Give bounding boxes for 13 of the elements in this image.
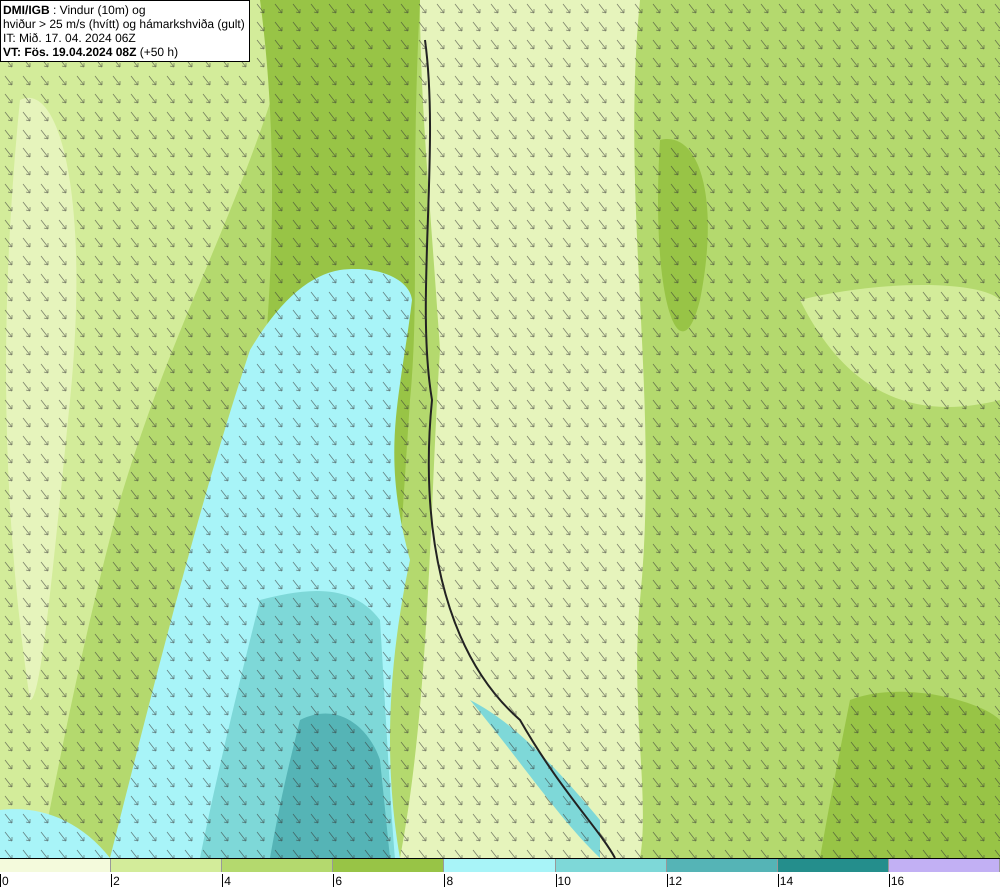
info-text: IT: Mið. 17. 04. 2024 06Z	[3, 31, 137, 45]
info-text: hviður > 25 m/s (hvítt) og hámarkshviða (gult)	[3, 17, 245, 31]
info-text: DMI/IGB : Vindur (10m) og	[3, 3, 146, 17]
legend-label: 4	[222, 874, 231, 887]
legend-label: 6	[333, 874, 342, 887]
info-text: VT: Fös. 19.04.2024 08Z (+50 h)	[3, 45, 180, 59]
legend-label: 14	[778, 874, 794, 887]
legend-label: 16	[888, 874, 904, 887]
legend-label: 0	[0, 874, 9, 887]
legend-label: 8	[444, 874, 454, 887]
legend-label: 2	[111, 874, 120, 887]
legend-label: 12	[666, 874, 682, 887]
legend-label: 10	[556, 874, 571, 887]
